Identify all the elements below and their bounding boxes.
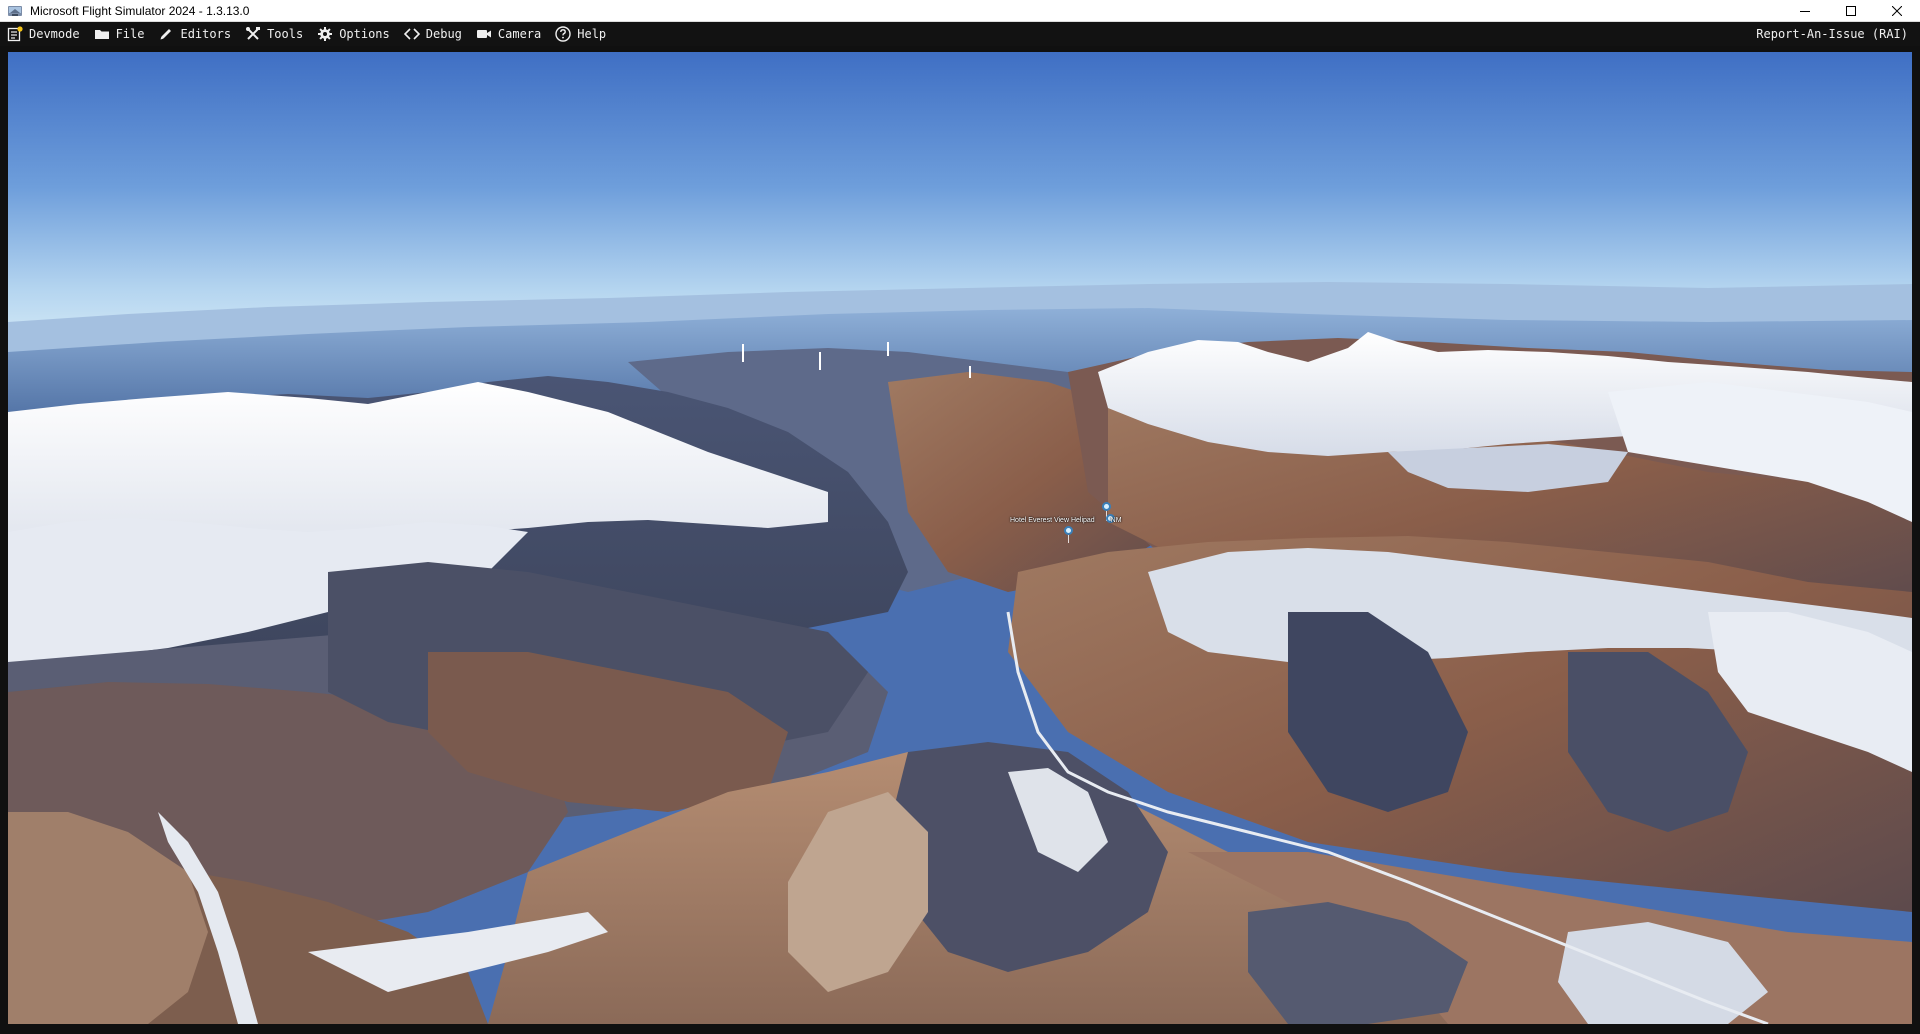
title-bar[interactable]: Microsoft Flight Simulator 2024 - 1.3.13… — [0, 0, 1920, 22]
video-camera-icon — [476, 26, 492, 42]
menu-label-debug: Debug — [425, 27, 462, 41]
question-circle-icon — [555, 26, 571, 42]
devmode-icon — [7, 26, 23, 42]
app-window: Microsoft Flight Simulator 2024 - 1.3.13… — [0, 0, 1920, 1034]
gear-icon — [317, 26, 333, 42]
window-controls — [1782, 0, 1920, 22]
maximize-icon — [1846, 6, 1856, 16]
menu-label-help: Help — [577, 27, 607, 41]
menu-label-file: File — [115, 27, 145, 41]
menu-help[interactable]: Help — [548, 22, 613, 46]
minimize-icon — [1800, 11, 1810, 12]
poi-marker[interactable] — [1064, 526, 1073, 535]
menu-label-options: Options — [339, 27, 390, 41]
poi-marker[interactable] — [1102, 502, 1111, 511]
report-issue-label: Report-An-Issue (RAI) — [1756, 27, 1908, 41]
simulator-viewport[interactable]: Hotel Everest View Helipad NM — [8, 52, 1912, 1024]
code-brackets-icon — [403, 26, 420, 42]
flight-simulator-app-icon — [7, 4, 23, 18]
menu-editors[interactable]: Editors — [151, 22, 238, 46]
menu-label-tools: Tools — [267, 27, 304, 41]
report-issue-button[interactable]: Report-An-Issue (RAI) — [1756, 22, 1908, 46]
window-title: Microsoft Flight Simulator 2024 - 1.3.13… — [30, 3, 250, 18]
maximize-button[interactable] — [1828, 0, 1874, 22]
menu-camera[interactable]: Camera — [469, 22, 548, 46]
close-icon — [1892, 6, 1902, 16]
mountain-scene-image — [8, 52, 1912, 1024]
devmode-menu-bar: Devmode File Editors Tools Options Debug… — [0, 22, 1920, 46]
menu-label-devmode: Devmode — [29, 27, 80, 41]
poi-label: Hotel Everest View Helipad NM — [1010, 517, 1122, 524]
menu-label-camera: Camera — [497, 27, 542, 41]
pencil-icon — [158, 26, 174, 42]
tools-icon — [245, 26, 261, 42]
close-button[interactable] — [1874, 0, 1920, 22]
menu-debug[interactable]: Debug — [397, 22, 469, 46]
poi-label-name: Hotel Everest View Helipad — [1010, 517, 1095, 524]
menu-options[interactable]: Options — [310, 22, 397, 46]
menu-label-editors: Editors — [180, 27, 232, 41]
menu-devmode[interactable]: Devmode — [0, 22, 87, 46]
menu-tools[interactable]: Tools — [238, 22, 310, 46]
menu-file[interactable]: File — [87, 22, 152, 46]
poi-label-distance: NM — [1110, 517, 1122, 524]
poi-marker-stem — [1068, 535, 1069, 543]
folder-icon — [94, 26, 110, 42]
minimize-button[interactable] — [1782, 0, 1828, 22]
